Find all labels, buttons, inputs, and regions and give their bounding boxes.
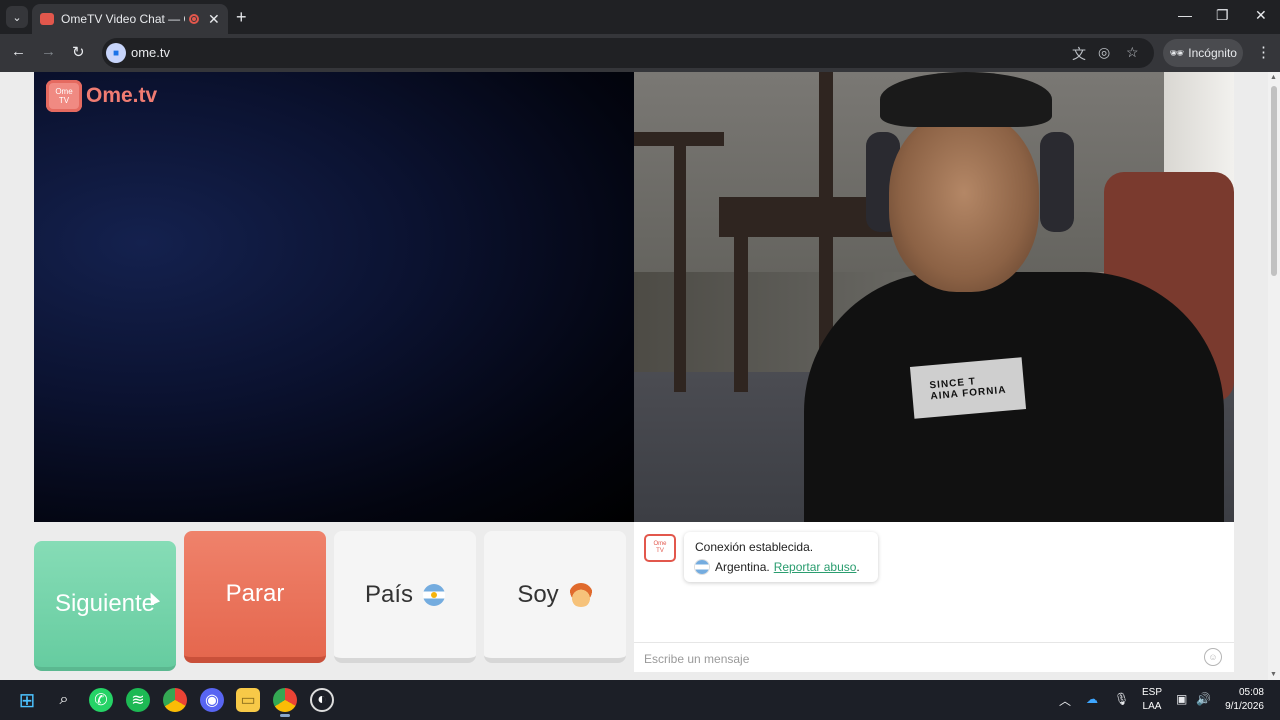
eye-off-icon[interactable]: ◎ <box>1098 44 1110 61</box>
system-message-bubble: Conexión establecida. Argentina. Reporta… <box>684 532 878 582</box>
reload-icon[interactable]: ↻ <box>72 43 85 61</box>
ometv-logo-icon: Ome TV <box>46 80 82 112</box>
chrome-icon[interactable] <box>163 688 187 712</box>
onedrive-icon[interactable]: ☁ <box>1086 692 1098 706</box>
browser-tab[interactable]: OmeTV Video Chat — Ome ✕ <box>32 4 228 34</box>
bookmark-star-icon[interactable]: ☆ <box>1126 44 1139 61</box>
argentina-flag-icon <box>695 560 709 574</box>
gender-selector-button[interactable]: Soy <box>484 531 626 663</box>
tab-title: OmeTV Video Chat — Ome <box>61 12 185 26</box>
network-icon[interactable]: ▣ <box>1176 692 1187 706</box>
ometv-favicon-icon <box>40 13 54 25</box>
file-explorer-icon[interactable]: ▭ <box>236 688 260 712</box>
connection-status-text: Conexión establecida. <box>695 540 814 554</box>
country-line: Argentina. Reportar abuso. <box>695 560 860 574</box>
page-content: SINCE T AINA FORNIA Ome TV Ome.tv Siguient… <box>0 72 1268 680</box>
report-suffix: . <box>856 560 860 574</box>
person-head <box>889 112 1039 292</box>
translate-icon[interactable]: 文 <box>1072 44 1086 64</box>
incognito-icon: 🕶 <box>1169 46 1185 60</box>
new-tab-icon[interactable]: + <box>236 7 247 28</box>
incognito-indicator[interactable]: 🕶 Incógnito <box>1163 39 1243 67</box>
back-icon[interactable]: ← <box>11 43 26 60</box>
discord-icon[interactable]: ◉ <box>200 688 224 712</box>
incognito-label: Incógnito <box>1188 46 1237 60</box>
stop-button[interactable]: Parar <box>184 531 326 663</box>
clock-time: 05:08 <box>1238 687 1264 698</box>
scroll-up-icon[interactable]: ▲ <box>1270 74 1277 81</box>
scrollbar-thumb[interactable] <box>1271 86 1277 276</box>
own-video: SINCE T AINA FORNIA <box>634 72 1234 522</box>
video-table-leg <box>674 142 686 392</box>
spotify-icon[interactable]: ≋ <box>126 688 150 712</box>
next-button-label: Siguiente <box>54 590 156 617</box>
stranger-video <box>34 72 634 522</box>
close-tab-icon[interactable]: ✕ <box>208 11 220 28</box>
forward-icon[interactable]: → <box>41 43 56 60</box>
microphone-icon[interactable]: 🎙 <box>1114 692 1129 706</box>
video-chair-leg <box>734 232 748 392</box>
close-window-icon[interactable]: ✕ <box>1255 7 1267 24</box>
clock-date: 9/1/2026 <box>1225 701 1264 712</box>
search-icon[interactable]: ⌕ <box>52 688 76 712</box>
ometv-logo[interactable]: Ome TV Ome.tv <box>46 80 157 112</box>
country-selector-button[interactable]: País <box>334 531 476 663</box>
app-icon[interactable]: ◐ <box>310 688 334 712</box>
browser-toolbar: ← → ↻ ■ ome.tv 文 ◎ ☆ 🕶 Incógnito ⋮ <box>0 34 1280 72</box>
shirt-print: SINCE T AINA FORNIA <box>909 357 1027 419</box>
message-input-bar: ☺ <box>634 642 1234 672</box>
logo-text: Ome.tv <box>86 84 158 107</box>
person-cap <box>880 72 1052 127</box>
page-scrollbar[interactable]: ▲ ▼ <box>1268 72 1280 680</box>
chrome-incognito-icon[interactable] <box>273 688 297 717</box>
boy-emoji-icon <box>568 582 593 607</box>
address-bar[interactable]: ■ ome.tv 文 ◎ ☆ <box>102 38 1154 68</box>
ometv-chat-logo-icon: Ome TV <box>644 534 676 562</box>
url-text[interactable]: ome.tv <box>131 45 170 60</box>
shirt-print-text: SINCE T AINA FORNIA <box>929 376 1007 403</box>
recording-indicator-icon <box>189 14 199 24</box>
stop-button-label: Parar <box>225 580 285 607</box>
site-info-icon[interactable]: ■ <box>106 43 126 63</box>
minimize-icon[interactable]: — <box>1178 7 1192 23</box>
argentina-flag-icon <box>423 583 446 606</box>
whatsapp-icon[interactable]: ✆ <box>89 688 113 712</box>
tab-search-icon[interactable]: ⌄ <box>6 6 28 28</box>
emoji-picker-icon[interactable]: ☺ <box>1204 648 1222 666</box>
report-abuse-link[interactable]: Reportar abuso <box>774 560 857 574</box>
menu-icon[interactable]: ⋮ <box>1256 43 1271 61</box>
windows-start-icon[interactable]: ⊞ <box>15 688 39 712</box>
volume-icon[interactable]: 🔊 <box>1196 692 1211 706</box>
system-clock[interactable]: 05:08 9/1/2026 <box>1218 686 1264 714</box>
next-button[interactable]: Siguiente <box>34 541 176 671</box>
browser-title-bar: ⌄ OmeTV Video Chat — Ome ✕ + — ❐ ✕ <box>0 0 1280 34</box>
language-indicator[interactable]: ESP LAA <box>1142 686 1162 714</box>
windows-taskbar: ⊞ ⌕ ✆ ≋ ◉ ▭ ◐ ︿ ☁ 🎙 ESP LAA ▣ 🔊 05:08 9/1… <box>0 680 1280 720</box>
country-name: Argentina. <box>715 560 770 574</box>
maximize-icon[interactable]: ❐ <box>1216 7 1229 24</box>
gender-label: Soy <box>517 580 559 608</box>
message-input[interactable] <box>642 649 1186 669</box>
country-label: País <box>364 580 414 608</box>
chat-panel: Ome TV Conexión establecida. Argentina. R… <box>634 522 1234 642</box>
scroll-down-icon[interactable]: ▼ <box>1270 671 1277 678</box>
person-headphone-right <box>1040 132 1074 232</box>
show-hidden-icons-icon[interactable]: ︿ <box>1059 692 1071 709</box>
